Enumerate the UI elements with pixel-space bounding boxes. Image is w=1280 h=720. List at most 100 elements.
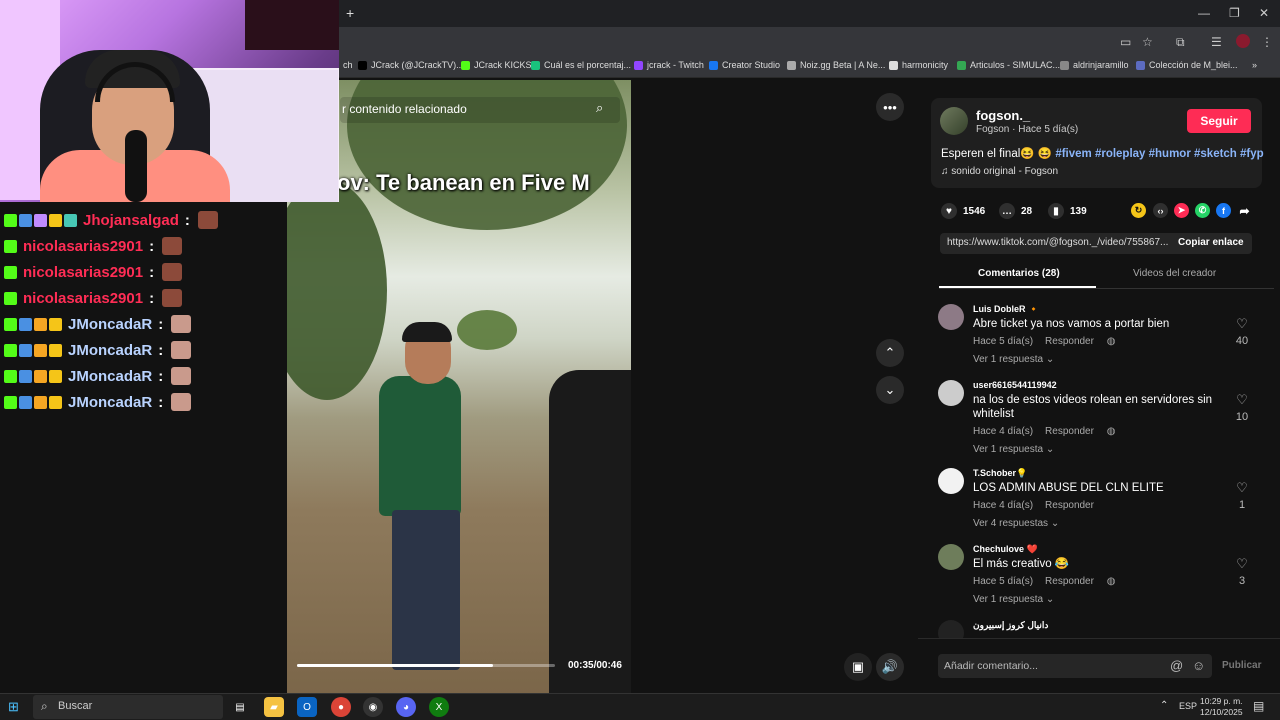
creator-liked-icon: ◍ [1103,336,1116,347]
bookmark-item[interactable]: JCrack (@JCrackTV)... [358,60,464,70]
minimize-icon[interactable]: — [1198,6,1210,20]
share-link-url[interactable]: https://www.tiktok.com/@fogson._/video/7… [947,237,1168,248]
chat-username[interactable]: JMoncadaR [68,368,152,385]
comment-input[interactable]: Añadir comentario... @ ☺ [938,654,1212,678]
repost-icon[interactable]: ↻ [1131,203,1146,218]
whatsapp-icon[interactable]: ✆ [1195,203,1210,218]
comment-avatar[interactable] [938,468,964,494]
comment-like-icon[interactable]: ♡ [1232,556,1252,572]
reply-button[interactable]: Responder [1045,576,1094,587]
chat-badge-icon [4,317,17,331]
obs-icon[interactable]: ◉ [363,697,383,717]
volume-icon[interactable]: 🔊 [876,653,904,681]
next-video-icon[interactable]: ⌄ [876,376,904,404]
emoji-icon[interactable]: ☺ [1192,658,1205,673]
view-replies-button[interactable]: Ver 1 respuesta ⌄ [973,594,1054,605]
share-arrow-icon[interactable]: ➦ [1237,203,1252,218]
view-replies-button[interactable]: Ver 1 respuesta ⌄ [973,444,1054,455]
save-stat[interactable]: ▮ 139 [1048,203,1087,219]
profile-icon[interactable] [1236,34,1250,48]
outlook-icon[interactable]: O [297,697,317,717]
publish-button[interactable]: Publicar [1222,660,1261,671]
discord-icon[interactable]: ◕ [396,697,416,717]
chat-username[interactable]: JMoncadaR [68,316,152,333]
comment-username[interactable]: دانيال كروز إسبيرون [973,620,1048,631]
chat-username[interactable]: Jhojansalgad [83,212,179,229]
cast-icon[interactable]: ▭ [1120,35,1131,49]
file-explorer-icon[interactable]: ▰ [264,697,284,717]
tab-creator-videos[interactable]: Videos del creador [1133,268,1216,279]
like-stat[interactable]: ♥ 1546 [941,203,985,219]
comment-avatar[interactable] [938,380,964,406]
bookmark-item[interactable]: Noiz.gg Beta | A Ne... [787,60,885,70]
bookmark-item[interactable]: Cuál es el porcentaj... [531,60,631,70]
restore-icon[interactable]: ❐ [1229,6,1240,20]
author-name[interactable]: fogson._ [976,108,1030,123]
notification-icon[interactable]: ▤ [1253,699,1264,713]
bookmark-item[interactable]: jcrack - Twitch [634,60,704,70]
more-options-icon[interactable]: ••• [876,93,904,121]
embed-icon[interactable]: ‹› [1153,203,1168,218]
follow-button[interactable]: Seguir [1187,109,1251,133]
view-replies-button[interactable]: Ver 1 respuesta ⌄ [973,354,1054,365]
comment-username[interactable]: user6616544119942 [973,380,1057,390]
sound-label[interactable]: ♫ sonido original - Fogson [941,166,1058,177]
media-icon[interactable]: ☰ [1211,35,1222,49]
related-content-search[interactable]: r contenido relacionado ⌕ [340,97,620,123]
tray-clock[interactable]: 10:29 p. m. 12/10/2025 [1200,696,1243,718]
comment-avatar[interactable] [938,620,964,638]
author-avatar[interactable] [940,107,968,135]
bookmarks-overflow-icon[interactable]: » [1252,60,1257,70]
comment-avatar[interactable] [938,304,964,330]
bookmark-item[interactable]: Articulos - SIMULAC... [957,60,1060,70]
pip-icon[interactable]: ▣ [844,653,872,681]
comment-username[interactable]: Chechulove ❤️ [973,544,1038,555]
comment-stat[interactable]: … 28 [999,203,1032,219]
taskbar-search[interactable]: ⌕ Buscar [33,695,223,719]
comment-like-icon[interactable]: ♡ [1232,392,1252,408]
copy-link-button[interactable]: Copiar enlace [1178,237,1244,248]
chat-username[interactable]: JMoncadaR [68,342,152,359]
bookmark-star-icon[interactable]: ☆ [1142,35,1153,49]
tray-chevron-icon[interactable]: ⌃ [1160,700,1168,711]
bookmark-item[interactable]: Colección de M_blei... [1136,60,1238,70]
bookmark-item[interactable]: aldrinjaramillo [1060,60,1129,70]
bookmark-item[interactable]: JCrack KICKS [461,60,532,70]
comment-username[interactable]: Luis DobleR 🔸 [973,304,1039,315]
chat-badge-icon [49,343,62,357]
menu-kebab-icon[interactable]: ⋮ [1261,35,1273,49]
chat-username[interactable]: JMoncadaR [68,394,152,411]
tray-language[interactable]: ESP [1179,701,1197,711]
windows-start-icon[interactable]: ⊞ [8,699,19,715]
search-icon[interactable]: ⌕ [596,100,603,116]
xbox-icon[interactable]: X [429,697,449,717]
bookmark-item[interactable]: harmonicity [889,60,948,70]
comment-icon[interactable]: … [999,203,1015,219]
facebook-icon[interactable]: f [1216,203,1231,218]
reply-button[interactable]: Responder [1045,426,1094,437]
comment-like-icon[interactable]: ♡ [1232,480,1252,496]
tab-comments[interactable]: Comentarios (28) [978,268,1060,279]
extensions-icon[interactable]: ⧉ [1176,35,1185,50]
video-progress-bar[interactable] [297,664,555,667]
chat-username[interactable]: nicolasarias2901 [23,290,143,307]
chat-username[interactable]: nicolasarias2901 [23,264,143,281]
view-replies-button[interactable]: Ver 4 respuestas ⌄ [973,518,1059,529]
reply-button[interactable]: Responder [1045,336,1094,347]
hashtags[interactable]: #fivem #roleplay #humor #sketch #fyp [1055,148,1263,160]
previous-video-icon[interactable]: ⌃ [876,339,904,367]
close-window-icon[interactable]: ✕ [1259,6,1269,20]
chrome-icon[interactable]: ● [331,697,351,717]
heart-icon[interactable]: ♥ [941,203,957,219]
mention-icon[interactable]: @ [1170,658,1183,673]
comment-like-icon[interactable]: ♡ [1232,316,1252,332]
task-view-icon[interactable]: ▤ [230,697,250,717]
chat-username[interactable]: nicolasarias2901 [23,238,143,255]
comment-username[interactable]: T.Schober💡 [973,468,1027,479]
new-tab-icon[interactable]: + [346,5,354,21]
reply-button[interactable]: Responder [1045,500,1094,511]
bookmark-icon[interactable]: ▮ [1048,203,1064,219]
send-icon[interactable]: ➤ [1174,203,1189,218]
comment-avatar[interactable] [938,544,964,570]
bookmark-item[interactable]: Creator Studio [709,60,780,70]
